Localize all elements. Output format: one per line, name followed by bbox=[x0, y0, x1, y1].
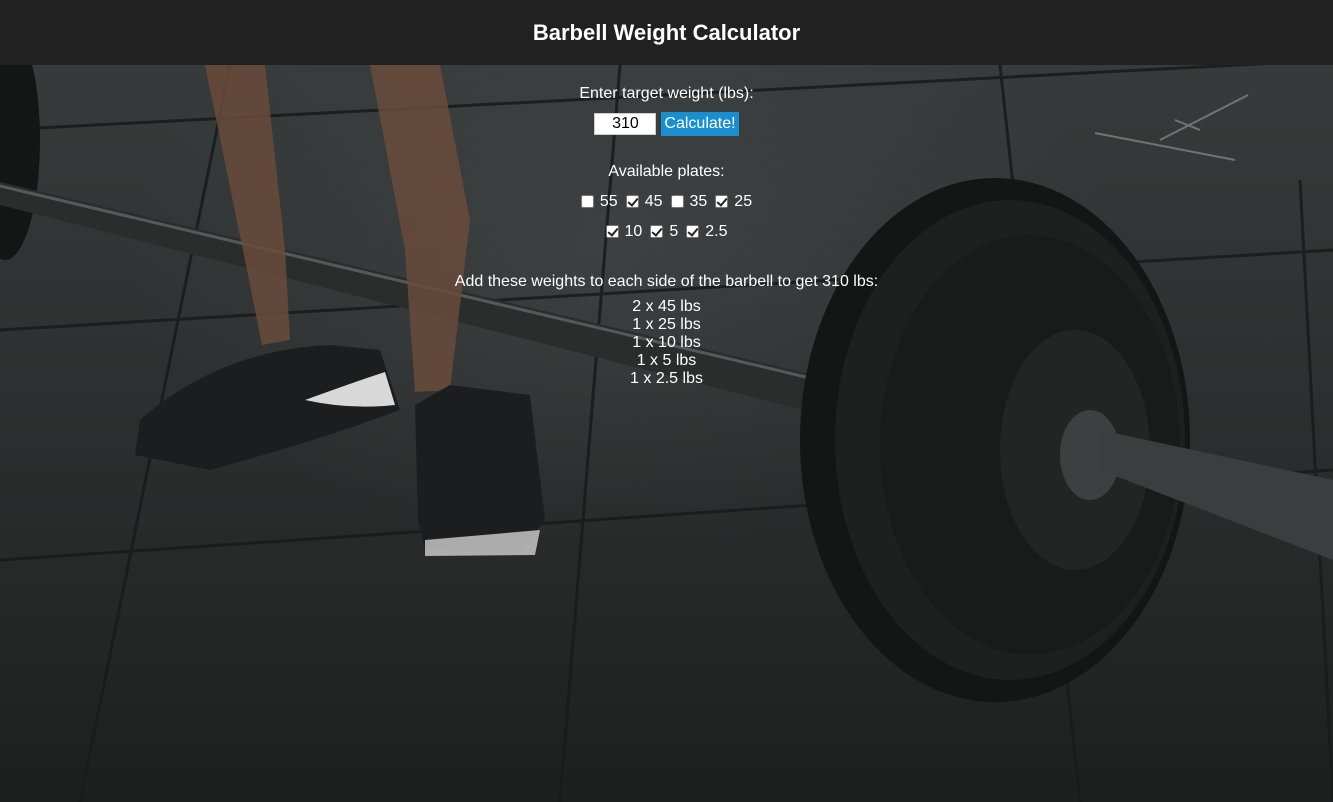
result-line: 1 x 2.5 lbs bbox=[630, 370, 703, 387]
plates-row-2: 10 5 2.5 bbox=[0, 221, 1333, 243]
result-line: 1 x 5 lbs bbox=[636, 352, 697, 369]
plate-option-10[interactable]: 10 bbox=[605, 223, 643, 241]
plate-checkbox[interactable] bbox=[580, 194, 594, 208]
target-input-row: Calculate! bbox=[0, 112, 1333, 136]
available-plates-label: Available plates: bbox=[608, 163, 725, 180]
target-weight-input[interactable] bbox=[594, 113, 657, 135]
result-line: 1 x 10 lbs bbox=[632, 334, 701, 351]
plate-option-25[interactable]: 25 bbox=[715, 193, 752, 211]
plate-label: 25 bbox=[734, 193, 753, 210]
calculator-panel: Enter target weight (lbs): Calculate! Av… bbox=[0, 65, 1333, 404]
plate-option-55[interactable]: 55 bbox=[580, 193, 618, 211]
plate-label: 10 bbox=[624, 223, 643, 240]
plate-checkbox[interactable] bbox=[605, 224, 619, 238]
plate-label: 2.5 bbox=[705, 223, 728, 240]
plate-option-45[interactable]: 45 bbox=[625, 193, 663, 211]
plate-checkbox[interactable] bbox=[670, 194, 684, 208]
plate-checkbox[interactable] bbox=[650, 224, 664, 238]
result-line: 1 x 25 lbs bbox=[632, 316, 701, 333]
calculate-button[interactable]: Calculate! bbox=[661, 112, 739, 136]
plate-option-35[interactable]: 35 bbox=[670, 193, 708, 211]
plate-checkbox[interactable] bbox=[625, 194, 639, 208]
plate-option-2-5[interactable]: 2.5 bbox=[686, 223, 727, 241]
result-heading: Add these weights to each side of the ba… bbox=[454, 273, 879, 290]
app-header: Barbell Weight Calculator bbox=[0, 0, 1333, 65]
plates-row-1: 55 45 35 25 bbox=[0, 191, 1333, 213]
plate-label: 35 bbox=[689, 193, 708, 210]
plate-label: 5 bbox=[669, 223, 679, 240]
result-line: 2 x 45 lbs bbox=[632, 298, 701, 315]
plate-checkbox[interactable] bbox=[686, 224, 700, 238]
result-list: 2 x 45 lbs 1 x 25 lbs 1 x 10 lbs 1 x 5 l… bbox=[0, 298, 1333, 388]
plate-checkbox[interactable] bbox=[715, 194, 729, 208]
plate-label: 45 bbox=[644, 193, 663, 210]
target-weight-label: Enter target weight (lbs): bbox=[579, 85, 754, 102]
plate-option-5[interactable]: 5 bbox=[650, 223, 678, 241]
plate-label: 55 bbox=[599, 193, 618, 210]
page-title: Barbell Weight Calculator bbox=[532, 19, 801, 45]
